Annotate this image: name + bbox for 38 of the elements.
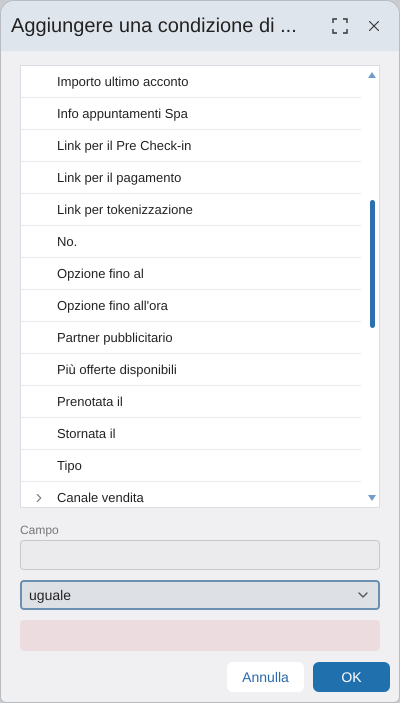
list-row[interactable]: Link per il pagamento (21, 162, 361, 194)
list-row[interactable]: Canale vendita (21, 482, 361, 507)
row-label: Partner pubblicitario (57, 328, 173, 347)
list-row[interactable]: Più offerte disponibili (21, 354, 361, 386)
field-label: Campo (20, 522, 60, 539)
row-label: Canale vendita (57, 488, 144, 507)
list-row[interactable]: No. (21, 226, 361, 258)
row-label: Più offerte disponibili (57, 360, 177, 379)
row-label: No. (57, 232, 78, 251)
list-row[interactable]: Importo ultimo acconto (21, 66, 361, 98)
maximize-icon (332, 18, 348, 34)
row-label: Link per tokenizzazione (57, 200, 193, 219)
row-label: Opzione fino all'ora (57, 296, 168, 315)
row-label: Prenotata il (57, 392, 123, 411)
row-label: Opzione fino al (57, 264, 144, 283)
field-input[interactable] (20, 540, 380, 570)
row-label: Link per il Pre Check-in (57, 136, 192, 155)
list-row[interactable]: Prenotata il (21, 386, 361, 418)
list-row[interactable]: Tipo (21, 450, 361, 482)
list-row[interactable]: Stornata il (21, 418, 361, 450)
scrollbar-thumb[interactable] (370, 200, 374, 328)
scroll-down-icon[interactable] (368, 495, 376, 501)
list-row[interactable]: Partner pubblicitario (21, 322, 361, 354)
list-row[interactable]: Opzione fino all'ora (21, 290, 361, 322)
list-row[interactable]: Link per il Pre Check-in (21, 130, 361, 162)
list-row[interactable]: Link per tokenizzazione (21, 194, 361, 226)
list-row[interactable]: Info appuntamenti Spa (21, 98, 361, 130)
dialog-title: Aggiungere una condizione di ... (11, 14, 298, 39)
scroll-up-icon[interactable] (368, 72, 376, 78)
row-label: Link per il pagamento (57, 168, 182, 187)
row-label: Info appuntamenti Spa (57, 104, 188, 123)
operator-select[interactable]: uguale (20, 580, 380, 610)
row-label: Stornata il (57, 424, 116, 443)
row-label: Tipo (57, 456, 82, 475)
row-label: Importo ultimo acconto (57, 72, 189, 91)
list-row[interactable]: Opzione fino al (21, 258, 361, 290)
ok-button[interactable]: OK (313, 662, 390, 692)
cancel-button[interactable]: Annulla (227, 662, 304, 692)
